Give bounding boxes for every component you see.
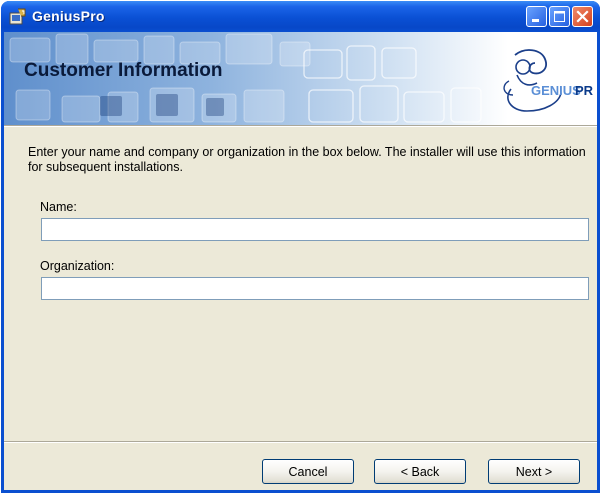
header-banner: Customer Information GENIUS PRO (4, 32, 597, 125)
dialog-client-area: Customer Information GENIUS PRO Enter yo… (4, 32, 597, 490)
name-label: Name: (40, 200, 77, 214)
organization-input[interactable] (41, 277, 589, 300)
cancel-button[interactable]: Cancel (262, 459, 354, 484)
minimize-icon (532, 19, 539, 22)
geniuspro-logo: GENIUS PRO (503, 49, 593, 112)
page-title: Customer Information (24, 60, 223, 81)
close-button[interactable] (572, 6, 593, 27)
minimize-button[interactable] (526, 6, 547, 27)
window-title: GeniusPro (32, 8, 105, 24)
installer-app-icon (9, 8, 26, 25)
back-button[interactable]: < Back (374, 459, 466, 484)
maximize-icon (554, 11, 565, 22)
instruction-text: Enter your name and company or organizat… (28, 145, 586, 174)
next-button[interactable]: Next > (488, 459, 580, 484)
footer-divider-highlight (4, 442, 597, 443)
maximize-button[interactable] (549, 6, 570, 27)
window-bottom-border (1, 490, 600, 493)
svg-text:PRO: PRO (575, 83, 593, 98)
svg-text:GENIUS: GENIUS (531, 83, 581, 98)
title-bar[interactable]: GeniusPro (1, 1, 600, 32)
close-icon (576, 10, 589, 23)
installer-window: GeniusPro Customer Information GENIUS PR… (1, 1, 600, 493)
banner-divider-highlight (4, 126, 597, 127)
name-input[interactable] (41, 218, 589, 241)
organization-label: Organization: (40, 259, 115, 273)
